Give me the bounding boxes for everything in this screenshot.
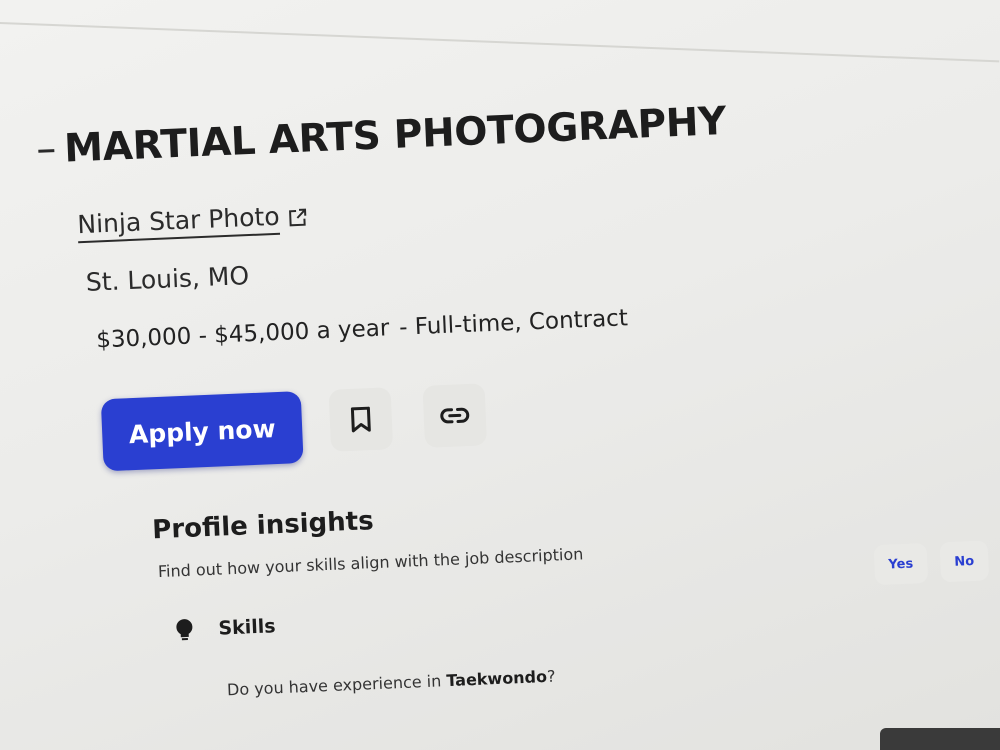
collapse-dash-icon [38, 149, 55, 153]
company-row: Ninja Star Photo [76, 201, 308, 244]
no-button[interactable]: No [939, 540, 989, 583]
lightbulb-icon [176, 619, 193, 641]
link-icon [440, 407, 470, 424]
bookmark-icon [350, 406, 371, 433]
copy-link-button[interactable] [422, 383, 488, 448]
job-page: MARTIAL ARTS PHOTOGRAPHY Ninja Star Phot… [0, 0, 1000, 750]
skills-row: Skills [174, 614, 276, 642]
job-title: MARTIAL ARTS PHOTOGRAPHY [63, 98, 727, 172]
job-header: MARTIAL ARTS PHOTOGRAPHY Ninja Star Phot… [30, 0, 1000, 739]
profile-insights-title: Profile insights [151, 506, 375, 546]
apply-now-button[interactable]: Apply now [100, 391, 304, 472]
salary-range: $30,000 - $45,000 a year [95, 315, 390, 354]
skills-label: Skills [218, 615, 277, 640]
job-location: St. Louis, MO [85, 261, 250, 297]
job-type: - Full-time, Contract [398, 305, 629, 341]
company-link[interactable]: Ninja Star Photo [76, 201, 281, 244]
yes-button[interactable]: Yes [873, 542, 928, 586]
question-skill: Taekwondo [445, 666, 548, 691]
profile-insights-subtitle: Find out how your skills align with the … [157, 544, 584, 582]
skill-question: Do you have experience in Taekwondo? [227, 667, 556, 700]
external-link-icon[interactable] [287, 207, 308, 228]
salary-row: $30,000 - $45,000 a year - Full-time, Con… [96, 305, 629, 353]
question-mark: ? [546, 666, 556, 686]
save-job-button[interactable] [328, 387, 394, 452]
dock-bar [880, 728, 1000, 750]
question-text: Do you have experience in [226, 671, 447, 700]
